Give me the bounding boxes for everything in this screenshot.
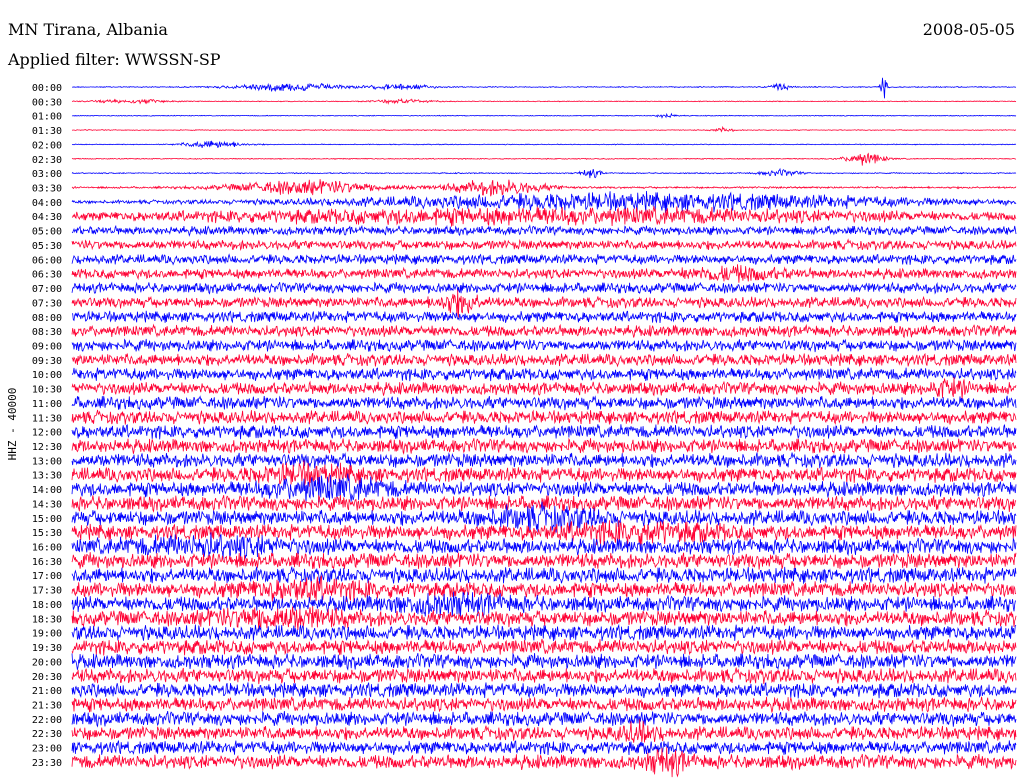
time-label: 20:30	[32, 672, 62, 683]
trace-line	[71, 681, 1017, 699]
time-label: 01:00	[32, 112, 62, 123]
trace-line	[71, 352, 1017, 368]
time-label: 10:00	[32, 370, 62, 381]
time-label: 10:30	[32, 385, 62, 396]
trace-line	[71, 710, 1017, 728]
trace-line	[71, 224, 1017, 237]
trace-line	[71, 152, 1017, 166]
trace-line	[71, 424, 1017, 440]
trace-line	[71, 719, 1017, 743]
time-label: 06:00	[32, 255, 62, 266]
trace-line	[71, 395, 1017, 411]
time-label: 05:00	[32, 227, 62, 238]
time-label: 17:30	[32, 586, 62, 597]
time-label: 18:30	[32, 614, 62, 625]
trace-line	[71, 140, 1017, 148]
time-label: 13:00	[32, 456, 62, 467]
time-label: 09:00	[32, 341, 62, 352]
time-label: 02:30	[32, 155, 62, 166]
time-label: 23:30	[32, 758, 62, 769]
trace-line	[71, 667, 1017, 685]
time-label: 19:30	[32, 643, 62, 654]
trace-line	[71, 338, 1017, 353]
time-label: 16:00	[32, 543, 62, 554]
time-label: 07:00	[32, 284, 62, 295]
time-label: 05:30	[32, 241, 62, 252]
time-label: 09:30	[32, 356, 62, 367]
time-label: 02:00	[32, 140, 62, 151]
time-label: 00:30	[32, 97, 62, 108]
time-label: 15:00	[32, 514, 62, 525]
time-label: 15:30	[32, 528, 62, 539]
trace-line	[71, 125, 1017, 133]
trace-line	[71, 452, 1017, 469]
trace-line	[71, 437, 1017, 455]
trace-line	[71, 652, 1017, 671]
trace-line	[71, 376, 1017, 400]
time-label: 11:30	[32, 413, 62, 424]
time-label: 06:30	[32, 270, 62, 281]
time-label: 07:30	[32, 298, 62, 309]
time-label: 08:30	[32, 327, 62, 338]
time-label: 14:00	[32, 485, 62, 496]
time-label: 12:00	[32, 428, 62, 439]
time-label: 14:30	[32, 499, 62, 510]
trace-line	[71, 623, 1017, 642]
trace-line	[71, 409, 1017, 425]
trace-line	[71, 264, 1017, 283]
time-label: 04:00	[32, 198, 62, 209]
trace-line	[71, 206, 1017, 227]
trace-line	[71, 281, 1017, 295]
helicorder-plot: HHZ - 40000 00:00 00:30 01:00 01:30 02:00 02:…	[6, 77, 1017, 778]
time-label: 01:30	[32, 126, 62, 137]
trace-line	[71, 519, 1017, 547]
trace-line	[72, 77, 1017, 99]
time-label: 21:30	[32, 700, 62, 711]
time-label: 23:00	[32, 744, 62, 755]
time-label: 11:00	[32, 399, 62, 410]
time-label: 12:30	[32, 442, 62, 453]
y-axis-label: HHZ - 40000	[6, 388, 19, 461]
trace-line	[71, 574, 1017, 603]
time-label: 03:00	[32, 169, 62, 180]
trace-line	[71, 323, 1017, 339]
trace-line	[71, 739, 1017, 756]
time-label: 08:00	[32, 313, 62, 324]
time-label: 17:00	[32, 571, 62, 582]
time-label: 16:30	[32, 557, 62, 568]
time-label: 20:00	[32, 657, 62, 668]
trace-line	[71, 238, 1017, 252]
trace-line	[71, 551, 1017, 570]
trace-line	[71, 190, 1017, 213]
time-label: 22:30	[32, 729, 62, 740]
time-label: 00:00	[32, 83, 62, 94]
trace-line	[71, 310, 1017, 324]
trace-line	[71, 696, 1017, 713]
time-label: 04:30	[32, 212, 62, 223]
time-label: 22:00	[32, 715, 62, 726]
trace-line	[71, 179, 1017, 197]
trace-line	[71, 638, 1017, 656]
trace-line	[71, 253, 1017, 266]
time-label: 19:00	[32, 629, 62, 640]
time-label: 13:30	[32, 471, 62, 482]
time-label: 03:30	[32, 184, 62, 195]
time-label: 21:00	[32, 686, 62, 697]
trace-line	[71, 167, 1017, 179]
trace-line	[71, 367, 1017, 382]
time-label-group: 00:00 00:30 01:00 01:30 02:00 02:30 03:00 03:30…	[32, 83, 62, 769]
trace-group	[71, 77, 1017, 778]
trace-line	[71, 566, 1017, 584]
trace-line	[71, 112, 1017, 119]
trace-line	[71, 97, 1017, 105]
time-label: 18:00	[32, 600, 62, 611]
